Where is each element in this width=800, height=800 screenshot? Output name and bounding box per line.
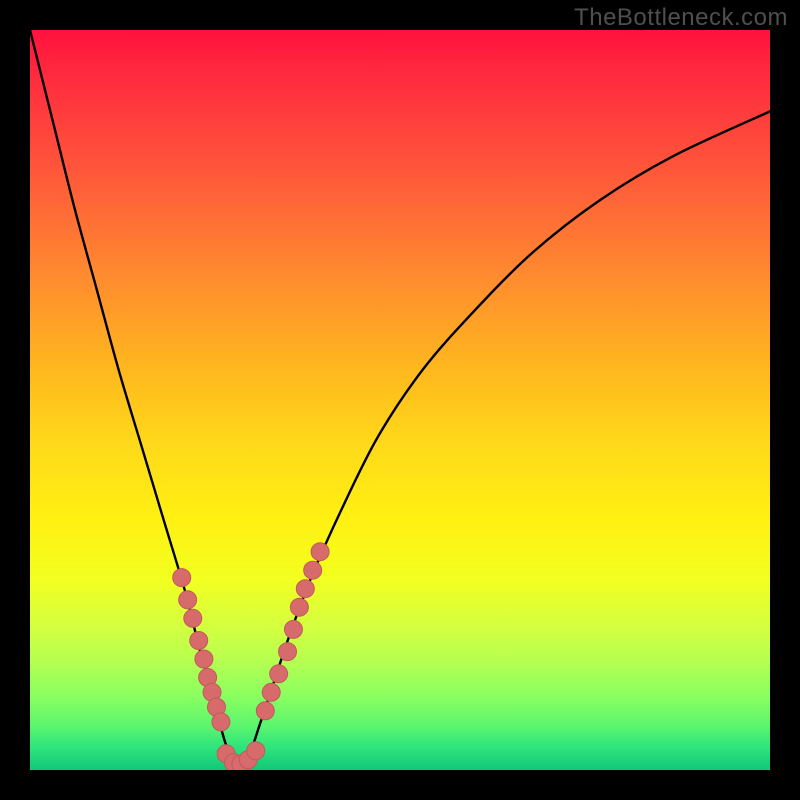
data-marker xyxy=(304,561,322,579)
data-marker xyxy=(195,650,213,668)
data-marker xyxy=(256,702,274,720)
data-marker xyxy=(212,713,230,731)
data-marker xyxy=(179,591,197,609)
data-marker xyxy=(190,632,208,650)
data-marker xyxy=(247,742,265,760)
watermark-text: TheBottleneck.com xyxy=(574,4,788,32)
bottleneck-curve xyxy=(30,30,770,767)
data-marker xyxy=(184,609,202,627)
data-marker xyxy=(311,543,329,561)
chart-svg xyxy=(30,30,770,770)
data-marker xyxy=(284,620,302,638)
data-marker xyxy=(290,598,308,616)
plot-area xyxy=(30,30,770,770)
data-marker xyxy=(262,683,280,701)
data-marker xyxy=(296,580,314,598)
data-marker xyxy=(279,643,297,661)
data-marker xyxy=(173,569,191,587)
data-marker xyxy=(270,665,288,683)
chart-frame: TheBottleneck.com xyxy=(0,0,800,800)
